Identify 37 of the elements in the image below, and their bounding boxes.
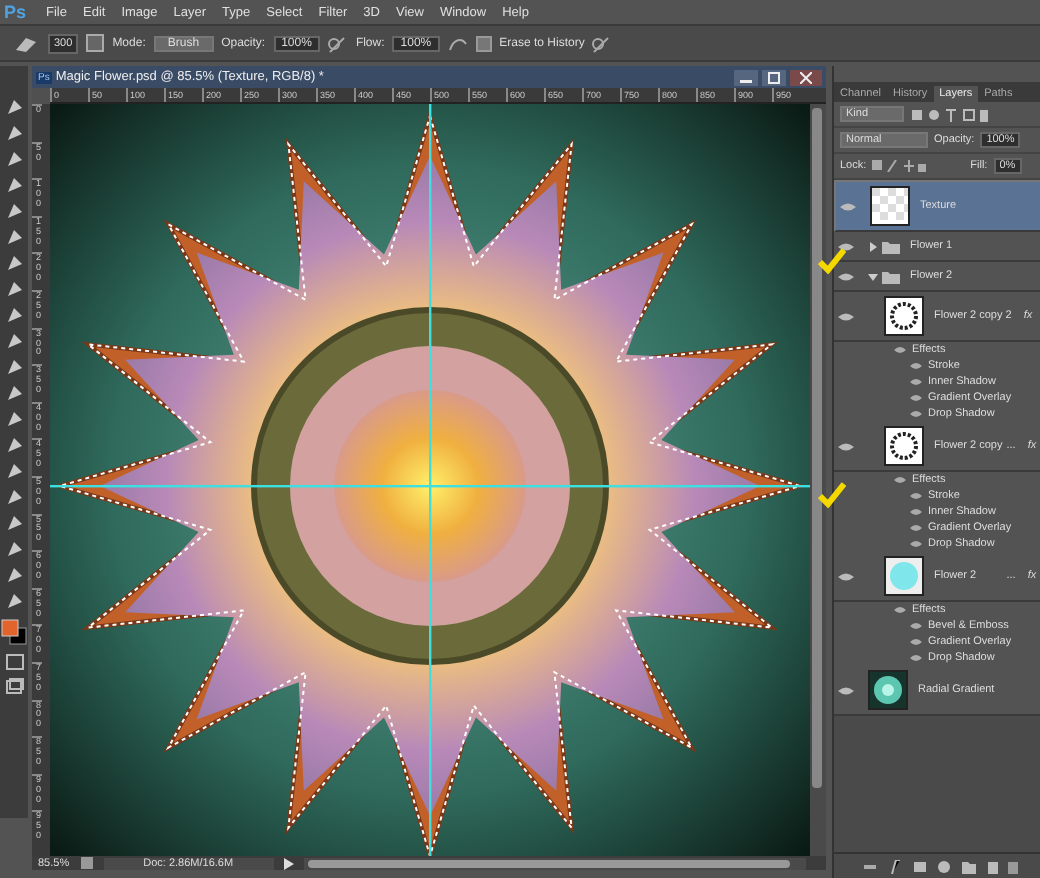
minimize-button[interactable] <box>734 69 758 85</box>
eye-icon[interactable] <box>838 441 854 451</box>
filter-icons[interactable] <box>910 107 990 121</box>
lock-icons[interactable] <box>872 160 929 172</box>
layer-thumbnail <box>870 186 910 226</box>
layer-thumbnail <box>884 296 924 336</box>
maximize-button[interactable] <box>762 69 786 85</box>
color-swatches-icon[interactable] <box>0 618 28 646</box>
layer-actions-icons[interactable] <box>859 859 1020 873</box>
layer-thumbnail <box>884 426 924 466</box>
eye-icon[interactable] <box>840 201 856 211</box>
checkmark-icon <box>818 482 846 508</box>
quick-mask-icon[interactable] <box>5 654 23 670</box>
pen-pressure-icon[interactable] <box>592 33 613 53</box>
disclosure-triangle-icon[interactable] <box>868 271 878 281</box>
app-logo: Ps <box>4 2 27 22</box>
restore-icon <box>768 71 780 83</box>
eye-icon[interactable] <box>838 685 854 695</box>
pen-pressure-icon[interactable] <box>327 33 348 53</box>
eraser-icon[interactable] <box>12 33 40 53</box>
horizontal-scrollbar[interactable] <box>303 857 806 869</box>
close-icon <box>800 71 812 83</box>
airbrush-icon[interactable] <box>447 33 468 53</box>
eye-icon[interactable] <box>838 271 854 281</box>
vertical-scrollbar[interactable] <box>810 104 826 856</box>
eye-icon[interactable] <box>838 571 854 581</box>
disclosure-triangle-icon[interactable] <box>868 241 878 251</box>
checkbox[interactable] <box>475 35 492 51</box>
close-button[interactable] <box>790 69 822 85</box>
checkmark-icon <box>818 248 846 274</box>
layer-thumbnail <box>884 556 924 596</box>
eye-icon[interactable] <box>838 311 854 321</box>
screen-mode-icon[interactable] <box>5 678 23 694</box>
eye-icon[interactable] <box>838 241 854 251</box>
brush-panel-icon[interactable] <box>86 34 105 52</box>
layer-thumbnail <box>868 670 908 710</box>
menu-arrow-icon[interactable] <box>283 857 294 869</box>
